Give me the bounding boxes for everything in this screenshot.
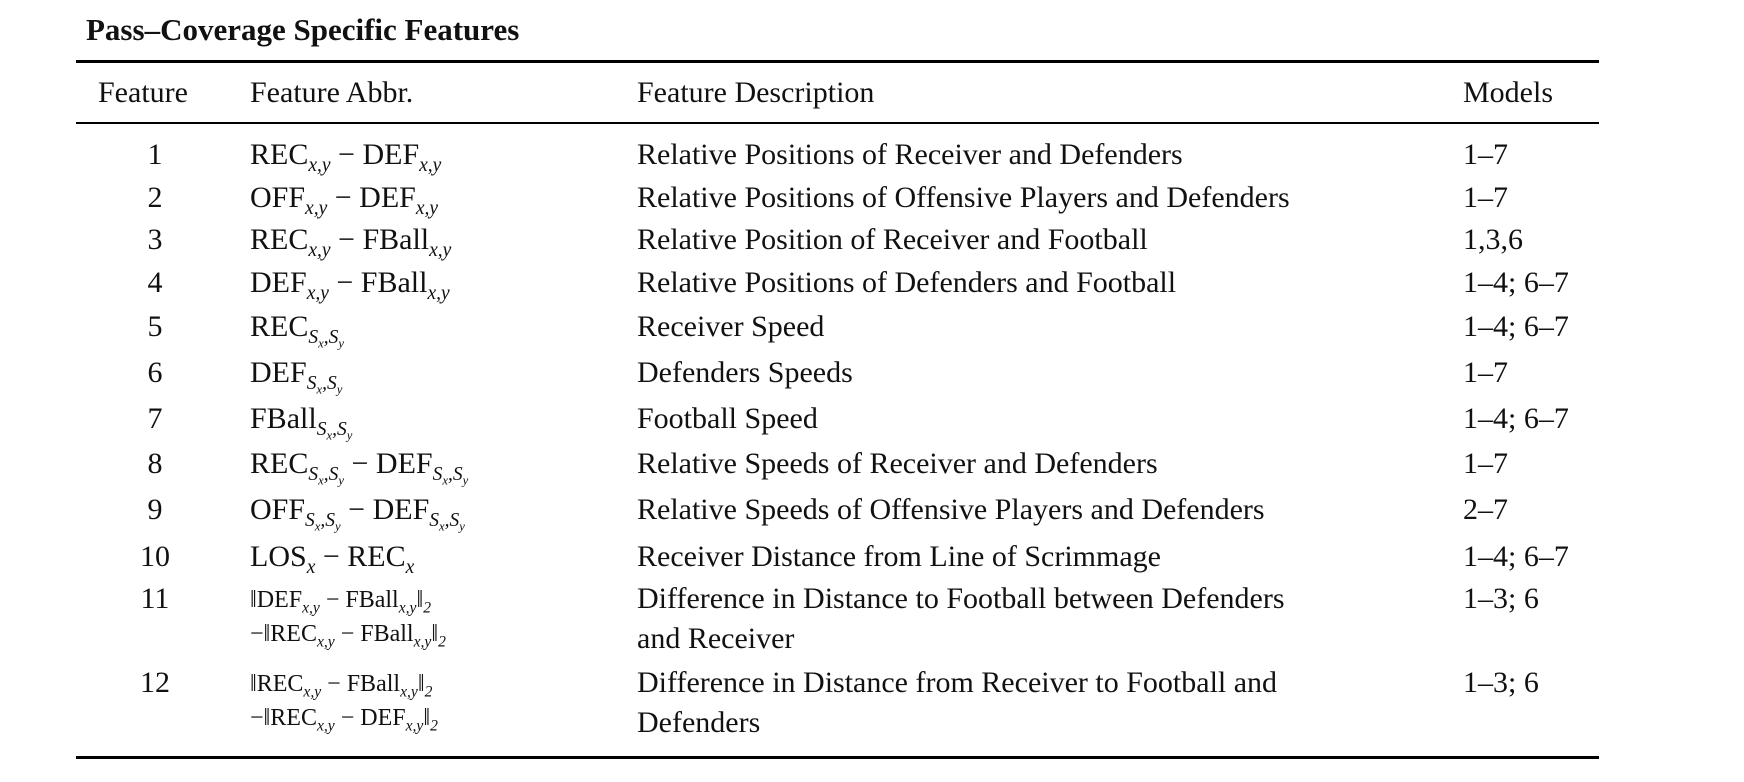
row-4-models: 1–4; 6–7 <box>1463 266 1569 299</box>
row-8-desc: Relative Speeds of Receiver and Defender… <box>637 447 1158 480</box>
row-4-abbr: DEFx,y − FBallx,y <box>250 266 450 304</box>
row-6-num: 6 <box>147 356 163 389</box>
row-1-desc: Relative Positions of Receiver and Defen… <box>637 138 1183 171</box>
header-abbr: Feature Abbr. <box>250 76 414 109</box>
row-11-abbr-line1: ‖DEFx,y − FBallx,y‖2 <box>250 587 432 617</box>
row-11-abbr-line2: −‖RECx,y − FBallx,y‖2 <box>250 621 446 651</box>
row-10-desc: Receiver Distance from Line of Scrimmage <box>637 540 1161 573</box>
row-1-models: 1–7 <box>1463 138 1508 171</box>
header-rule <box>76 122 1599 124</box>
row-5-abbr: RECSx,Sy <box>250 310 344 351</box>
row-9-desc: Relative Speeds of Offensive Players and… <box>637 493 1265 526</box>
row-3-models: 1,3,6 <box>1463 223 1523 256</box>
row-6-desc: Defenders Speeds <box>637 356 853 389</box>
row-4-desc: Relative Positions of Defenders and Foot… <box>637 266 1177 299</box>
row-2-desc: Relative Positions of Offensive Players … <box>637 181 1290 214</box>
row-2-abbr: OFFx,y − DEFx,y <box>250 181 439 219</box>
row-8-models: 1–7 <box>1463 447 1508 480</box>
row-11-num: 11 <box>140 582 170 615</box>
row-11-desc-line1: Difference in Distance to Football betwe… <box>637 582 1285 615</box>
row-4-num: 4 <box>147 266 163 299</box>
row-7-desc: Football Speed <box>637 402 818 435</box>
row-12-num: 12 <box>140 666 170 699</box>
row-10-abbr: LOSx − RECx <box>250 540 415 578</box>
header-feature: Feature <box>98 76 188 109</box>
row-12-abbr-line2: −‖RECx,y − DEFx,y‖2 <box>250 705 438 735</box>
row-3-num: 3 <box>147 223 163 256</box>
row-8-num: 8 <box>147 447 163 480</box>
header-description: Feature Description <box>637 76 875 109</box>
row-12-abbr-line1: ‖RECx,y − FBallx,y‖2 <box>250 671 433 701</box>
row-5-desc: Receiver Speed <box>637 310 825 343</box>
table-title: Pass–Coverage Specific Features <box>86 12 520 47</box>
row-12-models: 1–3; 6 <box>1463 666 1539 699</box>
row-11-desc-line2: and Receiver <box>637 622 795 655</box>
row-9-num: 9 <box>147 493 163 526</box>
row-10-num: 10 <box>140 540 170 573</box>
row-12-desc-line2: Defenders <box>637 706 761 739</box>
row-9-models: 2–7 <box>1463 493 1508 526</box>
row-7-abbr: FBallSx,Sy <box>250 402 353 443</box>
top-rule <box>76 60 1599 63</box>
table-figure: Pass–Coverage Specific Features Feature … <box>0 0 1744 782</box>
row-2-num: 2 <box>147 181 163 214</box>
row-5-num: 5 <box>147 310 163 343</box>
row-6-abbr: DEFSx,Sy <box>250 356 343 397</box>
row-7-models: 1–4; 6–7 <box>1463 402 1569 435</box>
row-3-desc: Relative Position of Receiver and Footba… <box>637 223 1148 256</box>
bottom-rule <box>76 756 1599 759</box>
row-8-abbr: RECSx,Sy − DEFSx,Sy <box>250 447 469 488</box>
row-3-abbr: RECx,y − FBallx,y <box>250 223 452 261</box>
row-2-models: 1–7 <box>1463 181 1508 214</box>
row-5-models: 1–4; 6–7 <box>1463 310 1569 343</box>
row-1-abbr: RECx,y − DEFx,y <box>250 138 442 176</box>
row-11-models: 1–3; 6 <box>1463 582 1539 615</box>
row-7-num: 7 <box>147 402 163 435</box>
row-10-models: 1–4; 6–7 <box>1463 540 1569 573</box>
row-9-abbr: OFFSx,Sy − DEFSx,Sy <box>250 493 465 534</box>
header-models: Models <box>1463 76 1553 109</box>
row-12-desc-line1: Difference in Distance from Receiver to … <box>637 666 1278 699</box>
row-1-num: 1 <box>147 138 163 171</box>
row-6-models: 1–7 <box>1463 356 1508 389</box>
